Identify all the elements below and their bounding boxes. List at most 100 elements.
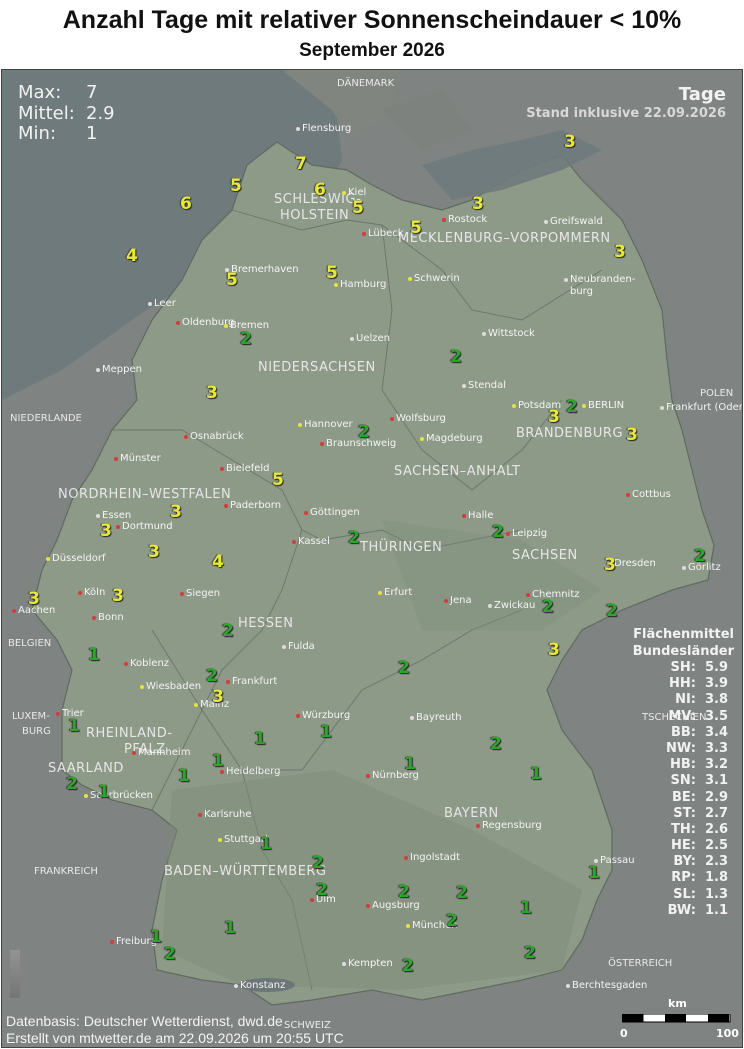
city-dot [224, 504, 228, 508]
city-dot [292, 540, 296, 544]
station-value: 2 [66, 774, 78, 794]
station-value: 2 [222, 621, 234, 641]
station-value: 4 [212, 552, 224, 572]
stand-label: Stand inklusive 22.09.2026 [526, 106, 726, 121]
city-dot [116, 525, 120, 529]
max-label: Max: [18, 82, 62, 103]
state-code: SL: [673, 886, 696, 902]
city-label: burg [570, 286, 593, 297]
station-value: 3 [564, 132, 576, 152]
station-value: 1 [88, 645, 100, 665]
state-code: HE: [671, 838, 696, 854]
station-value: 1 [530, 764, 542, 784]
region-label: NORDRHEIN–WESTFALEN [58, 487, 232, 502]
state-mean-value: 1.3 [704, 886, 728, 902]
city-dot [390, 417, 394, 421]
scale-ruler [622, 1014, 731, 1023]
city-label: Cottbus [632, 489, 671, 500]
city-dot [366, 774, 370, 778]
state-mean-value: 3.4 [704, 724, 728, 740]
city-dot [132, 751, 136, 755]
station-value: 3 [548, 640, 560, 660]
city-label: Wolfsburg [396, 413, 446, 424]
city-label: Leipzig [512, 528, 548, 539]
city-dot [12, 609, 16, 613]
state-mean-value: 3.1 [704, 773, 728, 789]
city-dot [194, 703, 198, 707]
state-code: HH: [669, 676, 696, 692]
city-dot [488, 604, 492, 608]
city-dot [342, 191, 346, 195]
state-mean-row: NW: 3.3 [624, 741, 734, 757]
state-code: NI: [675, 692, 696, 708]
station-value: 2 [450, 347, 462, 367]
city-label: Frankfurt [232, 676, 278, 687]
station-value: 2 [492, 522, 504, 542]
city-dot [114, 457, 118, 461]
city-label: Dresden [614, 558, 656, 569]
station-value: 2 [164, 944, 176, 964]
city-dot [282, 645, 286, 649]
station-value: 5 [226, 270, 238, 290]
station-value: 2 [606, 601, 618, 621]
station-value: 2 [542, 597, 554, 617]
station-value: 2 [402, 956, 414, 976]
station-value: 2 [398, 882, 410, 902]
city-label: Ingolstadt [410, 852, 461, 863]
map-subtitle: September 2026 [299, 40, 445, 61]
state-code: BY: [673, 854, 696, 870]
city-label: Leer [154, 298, 176, 309]
city-dot [184, 435, 188, 439]
state-code: SN: [670, 773, 696, 789]
state-mean-value: 3.3 [704, 740, 728, 756]
scale-bar: km 0 100 [620, 995, 739, 1045]
state-mean-value: 3.2 [704, 757, 728, 773]
city-dot [476, 824, 480, 828]
unit-label: Tage [678, 84, 726, 105]
state-mean-value: 1.1 [704, 902, 728, 918]
state-code: MV: [668, 708, 696, 724]
state-code: BE: [672, 789, 696, 805]
state-code: RP: [671, 870, 696, 886]
city-dot [420, 437, 424, 441]
region-label: BAYERN [444, 806, 499, 821]
station-value: 3 [112, 586, 124, 606]
station-value: 1 [98, 782, 110, 802]
city-label: Osnabrück [190, 431, 244, 442]
city-dot [304, 511, 308, 515]
region-label: MECKLENBURG–VORPOMMERN [398, 231, 611, 246]
city-label: Bielefeld [226, 463, 270, 474]
city-label: Mannheim [138, 747, 191, 758]
state-mean-row: BW: 1.1 [624, 903, 734, 919]
mean-label: Mittel: [18, 103, 75, 124]
city-dot [378, 591, 382, 595]
city-dot [46, 557, 50, 561]
city-dot [506, 532, 510, 536]
region-label: SACHSEN–ANHALT [394, 464, 521, 479]
city-dot [296, 127, 300, 131]
station-value: 2 [240, 329, 252, 349]
city-dot [110, 940, 114, 944]
city-dot [482, 332, 486, 336]
state-mean-row: TH: 2.6 [624, 822, 734, 838]
station-value: 1 [320, 722, 332, 742]
country-label: BELGIEN [8, 638, 52, 649]
city-dot [362, 232, 366, 236]
station-value: 1 [212, 751, 224, 771]
city-label: Lübeck [368, 228, 404, 239]
station-value: 3 [626, 425, 638, 445]
region-label: BADEN–WÜRTTEMBERG [164, 864, 327, 879]
city-label: Chemnitz [532, 589, 580, 600]
station-value: 1 [224, 918, 236, 938]
state-mean-row: HH: 3.9 [624, 676, 734, 692]
city-label: Essen [102, 510, 132, 521]
state-mean-value: 2.3 [704, 854, 728, 870]
state-code: BB: [670, 724, 696, 740]
city-label: Halle [468, 510, 494, 521]
city-dot [310, 898, 314, 902]
state-mean-value: 1.8 [704, 870, 728, 886]
city-dot [148, 302, 152, 306]
city-dot [350, 337, 354, 341]
map-panel[interactable]: Max: 7 Mittel: 2.9 Min: 1 Tage Stand ink… [1, 69, 743, 1048]
country-label: ÖSTERREICH [608, 958, 673, 969]
